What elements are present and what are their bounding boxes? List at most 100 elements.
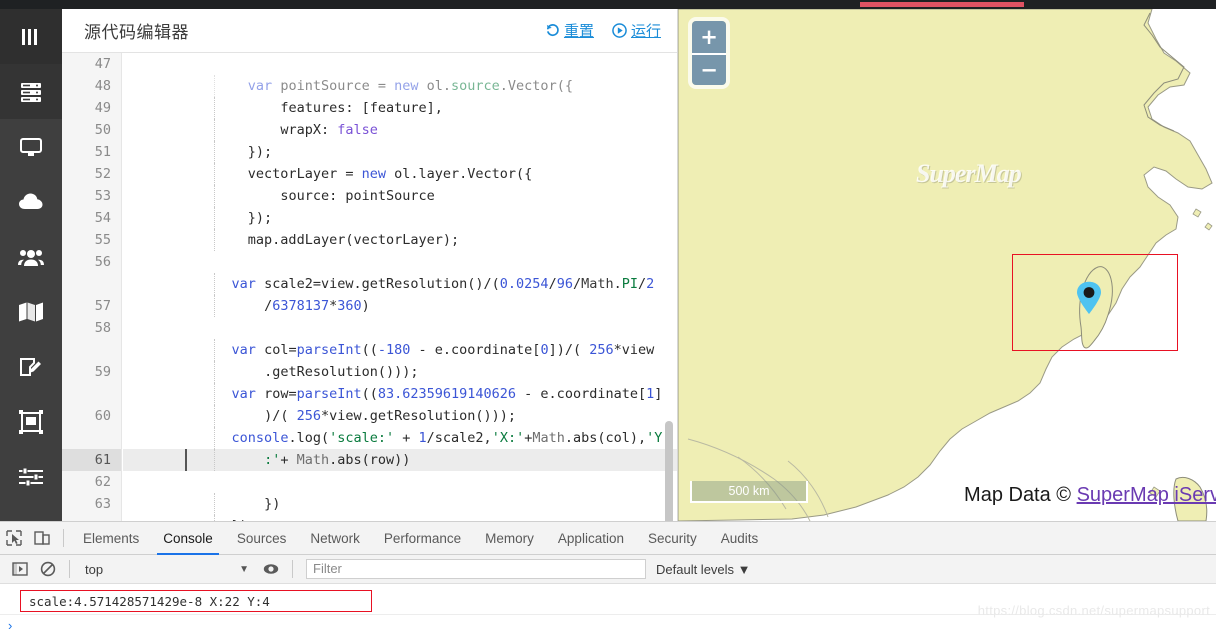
source-code-editor-panel: 源代码编辑器 重置 运行 47 48 49 50 51 52 53 54 55 … — [62, 9, 678, 521]
sidebar-item-map[interactable] — [0, 284, 62, 339]
devtools-tabbar: Elements Console Sources Network Perform… — [0, 522, 1216, 555]
sidebar-item-cloud[interactable] — [0, 174, 62, 229]
clear-console-icon[interactable] — [34, 555, 62, 583]
users-icon — [18, 247, 44, 267]
server-icon — [19, 81, 43, 103]
console-sidebar-icon[interactable] — [6, 555, 34, 583]
line-number: 58 — [94, 320, 111, 336]
tab-elements[interactable]: Elements — [71, 522, 151, 555]
sidebar-item-edit[interactable] — [0, 339, 62, 394]
cloud-icon — [18, 192, 44, 212]
execution-context-select[interactable]: top ▼ — [77, 562, 257, 577]
zoom-out-button[interactable]: − — [692, 53, 726, 85]
map-scale-label: 500 km — [728, 484, 770, 498]
log-levels-dropdown[interactable]: Default levels ▼ — [656, 562, 751, 577]
layout-icon — [19, 409, 43, 434]
editor-header: 源代码编辑器 重置 运行 — [62, 9, 677, 53]
edit-icon — [19, 356, 43, 378]
sliders-icon — [18, 467, 44, 487]
line-number: 50 — [94, 122, 111, 138]
run-button[interactable]: 运行 — [612, 20, 661, 41]
editor-actions: 重置 运行 — [545, 20, 661, 41]
editor-vertical-scrollbar[interactable] — [665, 421, 673, 521]
editor-title: 源代码编辑器 — [84, 23, 189, 42]
code-line: var scale2=view.getResolution()/(0.0254/… — [123, 251, 677, 295]
map-scale-bar: 500 km — [690, 481, 808, 503]
undo-icon — [545, 23, 560, 38]
monitor-icon — [19, 136, 43, 158]
console-toolbar: top ▼ Filter Default levels ▼ — [0, 555, 1216, 584]
log-levels-label: Default levels — [656, 561, 735, 577]
map-pin-marker[interactable] — [1076, 281, 1102, 315]
chevron-down-icon: ▼ — [239, 563, 249, 575]
sidebar-item-menu[interactable] — [0, 9, 62, 64]
menu-bars-icon — [20, 27, 42, 47]
tab-audits[interactable]: Audits — [709, 522, 771, 555]
left-sidebar — [0, 9, 62, 539]
toolbar-divider — [292, 560, 293, 578]
tab-memory[interactable]: Memory — [473, 522, 546, 555]
attribution-link[interactable]: SuperMap iServ — [1077, 484, 1216, 506]
line-number: 52 — [94, 166, 111, 182]
tab-console[interactable]: Console — [151, 522, 225, 555]
console-log-message: scale:4.571428571429e-8 X:22 Y:4 — [20, 590, 372, 612]
code-line: var pointSource = new ol.source.Vector({ — [123, 53, 677, 97]
device-toolbar-icon[interactable] — [28, 524, 56, 552]
line-number: 59 — [94, 364, 111, 380]
console-output[interactable]: scale:4.571428571429e-8 X:22 Y:4 › — [0, 584, 1216, 631]
line-number: 57 — [94, 298, 111, 314]
line-number-wrapped — [62, 427, 121, 449]
console-filter-input[interactable]: Filter — [306, 559, 646, 579]
line-number-gutter: 47 48 49 50 51 52 53 54 55 56 57 58 59 6… — [62, 53, 122, 521]
console-row-divider — [0, 614, 1216, 615]
sidebar-item-users[interactable] — [0, 229, 62, 284]
line-number-wrapped — [62, 273, 121, 295]
tab-sources[interactable]: Sources — [225, 522, 299, 555]
line-number-current: 61 — [62, 449, 121, 471]
tab-application[interactable]: Application — [546, 522, 636, 555]
line-number: 54 — [94, 210, 111, 226]
line-number: 56 — [94, 254, 111, 270]
sidebar-item-settings[interactable] — [0, 449, 62, 504]
line-number-wrapped — [62, 339, 121, 361]
app-root: 源代码编辑器 重置 运行 47 48 49 50 51 52 53 54 55 … — [0, 0, 1216, 631]
window-topbar — [0, 0, 1216, 9]
tab-network[interactable]: Network — [298, 522, 372, 555]
loading-progress-bar — [860, 2, 1024, 7]
toolbar-divider — [69, 560, 70, 578]
devtools-panel: Elements Console Sources Network Perform… — [0, 521, 1216, 631]
line-number: 51 — [94, 144, 111, 160]
play-circle-icon — [612, 23, 627, 38]
attribution-prefix: Map Data © — [964, 484, 1077, 506]
eye-live-expression-icon[interactable] — [257, 555, 285, 583]
line-number: 53 — [94, 188, 111, 204]
inspect-cursor-icon[interactable] — [0, 524, 28, 552]
map-panel[interactable]: + − SuperMap 500 km Map Data © SuperMap … — [678, 9, 1216, 521]
run-button-label: 运行 — [630, 23, 661, 40]
reset-button-label: 重置 — [563, 23, 594, 40]
line-number: 47 — [94, 56, 111, 72]
sidebar-item-monitor[interactable] — [0, 119, 62, 174]
map-zoom-controls[interactable]: + − — [692, 21, 726, 85]
line-number: 55 — [94, 232, 111, 248]
tab-security[interactable]: Security — [636, 522, 709, 555]
map-icon — [18, 301, 44, 323]
toolbar-divider — [63, 529, 64, 547]
reset-button[interactable]: 重置 — [545, 20, 594, 41]
code-area[interactable]: 47 48 49 50 51 52 53 54 55 56 57 58 59 6… — [62, 53, 677, 521]
code-line: var col=parseInt((-180 - e.coordinate[0]… — [123, 317, 677, 361]
code-lines[interactable]: var pointSource = new ol.source.Vector({… — [123, 53, 677, 521]
map-attribution: Map Data © SuperMap iServ — [964, 484, 1216, 507]
sidebar-item-server[interactable] — [0, 64, 62, 119]
console-prompt-caret[interactable]: › — [8, 618, 12, 631]
line-number-wrapped — [62, 383, 121, 405]
line-number: 62 — [94, 474, 111, 490]
line-number: 49 — [94, 100, 111, 116]
sidebar-item-layout[interactable] — [0, 394, 62, 449]
line-number: 60 — [94, 408, 111, 424]
line-number: 48 — [94, 78, 111, 94]
zoom-in-button[interactable]: + — [692, 21, 726, 53]
chevron-down-icon: ▼ — [737, 561, 751, 577]
tab-performance[interactable]: Performance — [372, 522, 473, 555]
execution-context-value: top — [85, 561, 104, 577]
